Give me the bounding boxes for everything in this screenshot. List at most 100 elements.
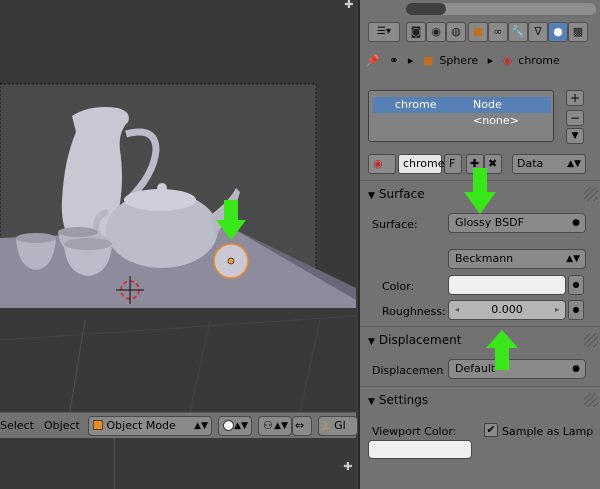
roughness-label: Roughness: (382, 305, 446, 318)
color-label: Color: (382, 280, 415, 293)
object-icon: ■ (472, 25, 484, 38)
fake-user-button[interactable]: F (444, 154, 462, 174)
pivot-icon: ⚇ (263, 419, 273, 432)
material-slot-list[interactable]: chrome Node <none> (368, 90, 554, 142)
drag-grip-icon[interactable] (584, 393, 598, 407)
updown-icon: ▲▼ (234, 421, 248, 431)
breadcrumb: 📌 ⚭ ▸ ■ Sphere ▸ ◉ chrome (366, 54, 566, 74)
material-browse-button[interactable]: ◉ (368, 154, 396, 174)
dot-icon: ● (572, 305, 580, 314)
modifier-icon: 🔧 (511, 25, 525, 38)
menu-select[interactable]: Select (0, 419, 34, 432)
properties-tab-bar: ☰▾ ◙ ◉ ◍ ■ ∞ 🔧 ∇ ● ▩ (360, 0, 600, 46)
link-dropdown[interactable]: Data ▲▼ (512, 154, 586, 174)
distribution-dropdown[interactable]: Beckmann ▲▼ (448, 249, 586, 269)
checkmark-icon: ✔ (486, 423, 496, 436)
timeline-area: ✚ (0, 438, 356, 489)
editor-type-dropdown[interactable]: ☰▾ (368, 22, 400, 42)
dot-icon: ● (572, 364, 580, 374)
pin-icon[interactable]: 📌 (366, 54, 380, 67)
annotation-arrow-surface (464, 168, 496, 214)
chevron-right-icon: ▸ (407, 54, 414, 67)
slot-node: Node <none> (473, 98, 519, 127)
collapse-triangle-icon: ▼ (368, 191, 375, 201)
surface-title: Surface (378, 187, 425, 201)
world-icon: ◍ (451, 25, 461, 38)
roughness-field[interactable]: ◂ 0.000 ▸ (448, 300, 566, 320)
mode-label: Object Mode (106, 419, 176, 432)
scene-icon: ◉ (431, 25, 441, 38)
solid-shading-icon (223, 420, 234, 431)
displacement-panel-header[interactable]: ▼ Displacement (360, 329, 600, 351)
shading-dropdown[interactable]: ▲▼ (218, 416, 252, 436)
tab-object[interactable]: ■ (468, 22, 488, 42)
surface-value: Glossy BSDF (455, 216, 524, 229)
color-link-button[interactable]: ● (568, 275, 584, 295)
orientation-label: Gl (334, 419, 346, 432)
link-label: Data (517, 157, 544, 170)
add-slot-button[interactable]: + (566, 90, 584, 106)
decrement-arrow-icon[interactable]: ◂ (455, 301, 459, 319)
slot-specials-button[interactable]: ▼ (566, 128, 584, 144)
updown-icon: ▲▼ (566, 254, 580, 264)
displacement-title: Displacement (378, 333, 462, 347)
tab-scrollbar[interactable] (406, 3, 596, 15)
material-slot-row[interactable]: chrome Node <none> (373, 97, 551, 127)
menu-object[interactable]: Object (44, 419, 80, 432)
increment-arrow-icon[interactable]: ▸ (555, 301, 559, 319)
tab-modifiers[interactable]: 🔧 (508, 22, 528, 42)
render-icon: ◙ (410, 25, 422, 38)
surface-shader-dropdown[interactable]: Glossy BSDF ● (448, 213, 586, 233)
updown-icon: ▲▼ (567, 159, 581, 169)
constraint-icon: ∞ (493, 25, 503, 38)
drag-grip-icon[interactable] (584, 333, 598, 347)
tab-material[interactable]: ● (548, 22, 568, 42)
color-swatch[interactable] (448, 275, 566, 295)
viewport-scene (0, 83, 356, 412)
dot-icon: ● (572, 218, 580, 228)
distribution-value: Beckmann (455, 252, 514, 265)
viewport-header: Select Object Object Mode ▲▼ ▲▼ ⚇ ▲▼ ⇔ ⊥… (0, 412, 358, 438)
tab-data[interactable]: ∇ (528, 22, 548, 42)
properties-editor: ☰▾ ◙ ◉ ◍ ■ ∞ 🔧 ∇ ● ▩ 📌 ⚭ ▸ ■ Sphere ▸ ◉ ch… (358, 0, 600, 489)
tab-render[interactable]: ◙ (406, 22, 426, 42)
manipulator-icon: ⇔ (295, 419, 305, 432)
pivot-dropdown[interactable]: ⚇ ▲▼ (258, 416, 292, 436)
mode-dropdown[interactable]: Object Mode ▲▼ (88, 416, 212, 436)
collapse-triangle-icon: ▼ (368, 337, 375, 347)
drag-grip-icon[interactable] (584, 187, 598, 201)
viewport-color-swatch[interactable] (368, 440, 472, 459)
annotation-arrow-roughness (486, 330, 518, 370)
data-icon: ∇ (534, 25, 542, 38)
axis-icon: ⊥ (321, 419, 331, 432)
properties-icon: ☰▾ (377, 26, 391, 37)
slot-name: chrome (395, 98, 437, 111)
updown-icon: ▲▼ (274, 421, 288, 431)
remove-slot-button[interactable]: − (566, 110, 584, 126)
texture-icon: ▩ (572, 25, 584, 38)
roughness-link-button[interactable]: ● (568, 300, 584, 320)
manipulator-toggle[interactable]: ⇔ (292, 416, 312, 436)
sample-as-lamp-checkbox[interactable]: ✔ (484, 423, 498, 437)
breadcrumb-object: Sphere (439, 54, 479, 67)
grid-line (114, 438, 115, 489)
orientation-dropdown[interactable]: ⊥ Gl (318, 416, 358, 436)
collapse-triangle-icon: ▼ (368, 397, 375, 407)
plus-icon[interactable]: ✚ (343, 461, 353, 472)
sample-as-lamp-label: Sample as Lamp (502, 425, 594, 438)
tab-texture[interactable]: ▩ (568, 22, 588, 42)
tab-constraints[interactable]: ∞ (488, 22, 508, 42)
tab-scene[interactable]: ◉ (426, 22, 446, 42)
3d-viewport[interactable]: ✚ (0, 0, 356, 412)
viewport-color-label: Viewport Color: (372, 425, 457, 438)
tab-world[interactable]: ◍ (446, 22, 466, 42)
material-name-field[interactable]: chrome (398, 154, 445, 174)
cube-icon (93, 420, 103, 430)
material-icon: ◉ (373, 157, 383, 170)
displacement-label: Displacemen (372, 364, 444, 377)
settings-panel-header[interactable]: ▼ Settings (360, 389, 600, 411)
plus-icon[interactable]: ✚ (344, 0, 354, 10)
scene-icon: ⚭ (389, 54, 399, 67)
divider (360, 386, 600, 387)
surface-label: Surface: (372, 218, 418, 231)
